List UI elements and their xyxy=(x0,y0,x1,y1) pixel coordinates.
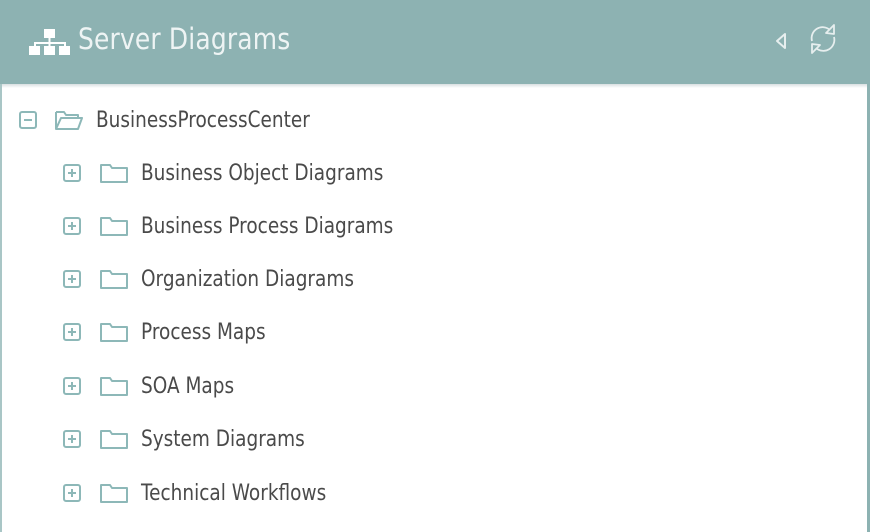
folder-icon xyxy=(100,484,128,503)
tree-node[interactable]: Organization Diagrams xyxy=(63,259,395,299)
tree-node-root[interactable]: BusinessProcessCenter xyxy=(19,100,351,140)
tree-node[interactable]: SOA Maps xyxy=(63,366,252,406)
tree-node-label: Technical Workflows xyxy=(141,480,327,506)
tree-node-label: SOA Maps xyxy=(141,373,235,399)
expand-toggle-icon[interactable] xyxy=(63,484,81,502)
tree-node-label: Organization Diagrams xyxy=(141,266,354,292)
folder-icon xyxy=(100,164,128,183)
tree-node-label: Process Maps xyxy=(141,319,266,345)
expand-toggle-icon[interactable] xyxy=(63,323,81,341)
panel-title: Server Diagrams xyxy=(78,22,291,56)
expand-toggle-icon[interactable] xyxy=(63,164,81,182)
folder-icon xyxy=(100,323,128,342)
collapse-toggle-icon[interactable] xyxy=(19,111,37,129)
expand-toggle-icon[interactable] xyxy=(63,377,81,395)
tree-node-label: BusinessProcessCenter xyxy=(96,107,310,133)
folder-icon xyxy=(100,377,128,396)
tree-node-label: Business Object Diagrams xyxy=(141,160,384,186)
server-diagrams-panel: Server Diagrams BusinessProcessCenter Bu… xyxy=(0,0,870,532)
tree-node[interactable]: Technical Workflows xyxy=(63,473,362,513)
tree-node[interactable]: Business Object Diagrams xyxy=(63,153,430,193)
panel-header: Server Diagrams xyxy=(0,0,870,84)
expand-toggle-icon[interactable] xyxy=(63,270,81,288)
folder-icon xyxy=(100,217,128,236)
folder-open-icon xyxy=(55,111,83,130)
sitemap-icon xyxy=(29,29,70,55)
tree-node[interactable]: Business Process Diagrams xyxy=(63,206,441,246)
folder-icon xyxy=(100,270,128,289)
tree-node[interactable]: System Diagrams xyxy=(63,419,336,459)
tree-node-label: Business Process Diagrams xyxy=(141,213,394,239)
tree-node[interactable]: Process Maps xyxy=(63,312,289,352)
header-divider xyxy=(2,84,867,88)
expand-toggle-icon[interactable] xyxy=(63,430,81,448)
expand-toggle-icon[interactable] xyxy=(63,217,81,235)
collapse-panel-button[interactable] xyxy=(774,32,788,50)
folder-icon xyxy=(100,430,128,449)
refresh-button[interactable] xyxy=(806,22,840,56)
tree-node-label: System Diagrams xyxy=(141,426,305,452)
